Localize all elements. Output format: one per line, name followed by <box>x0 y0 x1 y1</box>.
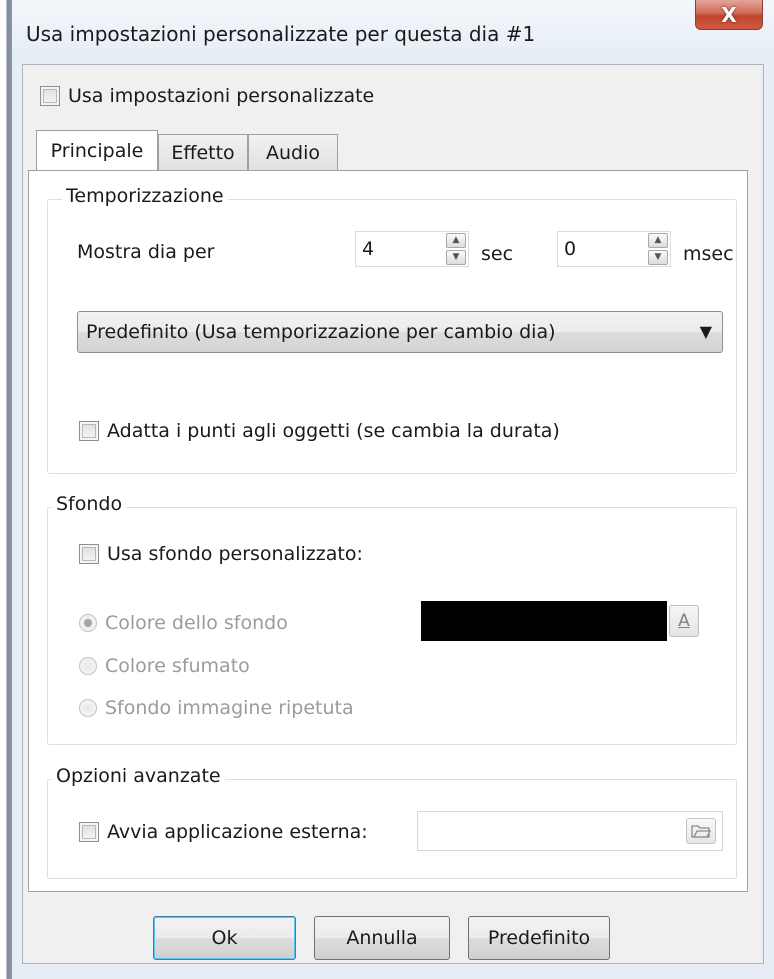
ok-button-label: Ok <box>211 927 238 949</box>
ok-button[interactable]: Ok <box>153 916 296 960</box>
custom-bg-row[interactable]: Usa sfondo personalizzato: <box>79 543 363 565</box>
bg-solid-label: Colore dello sfondo <box>105 612 288 634</box>
spin-down-icon[interactable]: ▼ <box>648 250 668 265</box>
folder-open-icon-svg <box>691 825 711 838</box>
show-for-label: Mostra dia per <box>77 241 215 263</box>
adapt-row[interactable]: Adatta i punti agli oggetti (se cambia l… <box>79 420 560 442</box>
cancel-button-label: Annulla <box>346 927 418 949</box>
bg-image-radio[interactable] <box>79 699 97 717</box>
tab-audio-label: Audio <box>265 141 320 164</box>
bg-gradient-radio[interactable] <box>79 657 97 675</box>
spin-down-icon[interactable]: ▼ <box>446 250 466 265</box>
bg-image-label: Sfondo immagine ripetuta <box>105 697 354 719</box>
seconds-unit-label: sec <box>481 243 514 265</box>
close-icon: X <box>721 2 737 27</box>
background-legend: Sfondo <box>52 493 127 515</box>
custom-bg-checkbox[interactable] <box>79 544 99 564</box>
spin-up-icon[interactable]: ▲ <box>446 233 466 248</box>
external-app-path-field[interactable] <box>417 811 723 851</box>
bg-solid-radio[interactable] <box>79 614 97 632</box>
seconds-unit-row: sec <box>481 243 513 265</box>
adapt-checkbox[interactable] <box>79 421 99 441</box>
tab-effetto[interactable]: Effetto <box>158 134 248 170</box>
external-app-row[interactable]: Avvia applicazione esterna: <box>79 821 368 843</box>
external-app-label: Avvia applicazione esterna: <box>107 821 368 843</box>
external-app-checkbox[interactable] <box>79 822 99 842</box>
cancel-button[interactable]: Annulla <box>314 916 450 960</box>
dialog-window: Usa impostazioni personalizzate per ques… <box>12 0 774 979</box>
seconds-spin-arrows: ▲ ▼ <box>446 233 466 265</box>
seconds-spinner[interactable]: 4 ▲ ▼ <box>355 231 469 267</box>
tab-audio[interactable]: Audio <box>248 134 338 170</box>
msec-value: 0 <box>564 238 577 260</box>
advanced-legend: Opzioni avanzate <box>52 765 225 787</box>
msec-unit-row: msec <box>683 243 734 265</box>
window-left-edge <box>0 0 12 979</box>
timing-mode-value: Predefinito (Usa temporizzazione per cam… <box>86 321 556 343</box>
show-for-label-row: Mostra dia per <box>77 241 214 263</box>
tab-principale[interactable]: Principale <box>36 130 158 170</box>
tab-panel-principale: Temporizzazione Mostra dia per 4 ▲ ▼ sec… <box>28 170 748 892</box>
folder-open-icon[interactable] <box>686 818 716 844</box>
text-color-icon[interactable]: A <box>669 605 699 637</box>
seconds-value: 4 <box>362 238 375 260</box>
default-button[interactable]: Predefinito <box>468 916 610 960</box>
use-custom-row[interactable]: Usa impostazioni personalizzate <box>40 85 374 107</box>
color-button-glyph: A <box>678 611 690 631</box>
tab-effetto-label: Effetto <box>171 141 235 164</box>
close-button[interactable]: X <box>695 0 763 30</box>
bg-option-image[interactable]: Sfondo immagine ripetuta <box>79 697 354 719</box>
bg-gradient-label: Colore sfumato <box>105 655 250 677</box>
window-title: Usa impostazioni personalizzate per ques… <box>26 22 536 46</box>
default-button-label: Predefinito <box>487 927 591 949</box>
tab-strip: Principale Effetto Audio <box>28 130 748 172</box>
use-custom-label: Usa impostazioni personalizzate <box>68 85 375 107</box>
adapt-label: Adatta i punti agli oggetti (se cambia l… <box>107 420 560 442</box>
timing-legend: Temporizzazione <box>62 185 228 207</box>
msec-unit-label: msec <box>683 243 734 265</box>
title-bar: Usa impostazioni personalizzate per ques… <box>12 0 774 64</box>
use-custom-checkbox[interactable] <box>40 86 60 106</box>
timing-mode-select[interactable]: Predefinito (Usa temporizzazione per cam… <box>77 311 723 353</box>
bg-option-gradient[interactable]: Colore sfumato <box>79 655 250 677</box>
msec-spin-arrows: ▲ ▼ <box>648 233 668 265</box>
background-color-swatch[interactable] <box>421 601 667 641</box>
chevron-down-icon: ▼ <box>699 322 712 341</box>
msec-spinner[interactable]: 0 ▲ ▼ <box>557 231 671 267</box>
custom-bg-label: Usa sfondo personalizzato: <box>107 543 363 565</box>
spin-up-icon[interactable]: ▲ <box>648 233 668 248</box>
bg-option-solid[interactable]: Colore dello sfondo <box>79 612 288 634</box>
tab-principale-label: Principale <box>50 139 144 162</box>
